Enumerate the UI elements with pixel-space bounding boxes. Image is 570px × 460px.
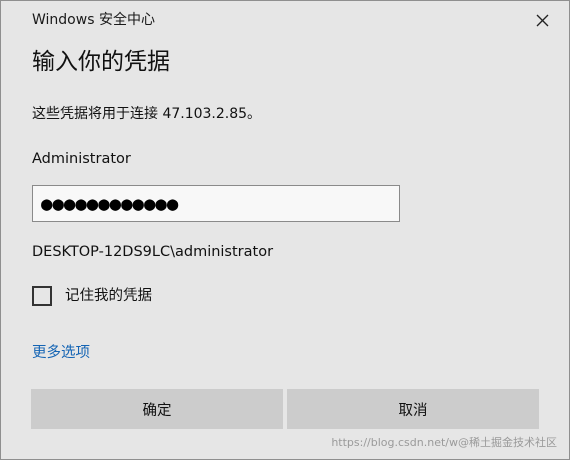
credential-dialog: Windows 安全中心 输入你的凭据 这些凭据将用于连接 47.103.2.8… [0, 0, 570, 460]
domain-username: DESKTOP-12DS9LC\administrator [32, 244, 274, 260]
cancel-button[interactable]: 取消 [287, 389, 539, 429]
username-label: Administrator [32, 151, 131, 167]
watermark-text: https://blog.csdn.net/w@稀土掘金技术社区 [331, 436, 557, 449]
password-field[interactable] [32, 185, 400, 222]
remember-checkbox[interactable] [32, 286, 52, 306]
dialog-heading: 输入你的凭据 [32, 49, 170, 75]
connection-message: 这些凭据将用于连接 47.103.2.85。 [32, 106, 262, 122]
ok-button[interactable]: 确定 [31, 389, 283, 429]
remember-label: 记住我的凭据 [65, 288, 152, 304]
more-options-link[interactable]: 更多选项 [32, 342, 90, 364]
remember-credentials-option[interactable]: 记住我的凭据 [32, 285, 152, 307]
close-icon [536, 14, 548, 26]
window-title: Windows 安全中心 [32, 12, 155, 28]
close-button[interactable] [529, 7, 555, 33]
